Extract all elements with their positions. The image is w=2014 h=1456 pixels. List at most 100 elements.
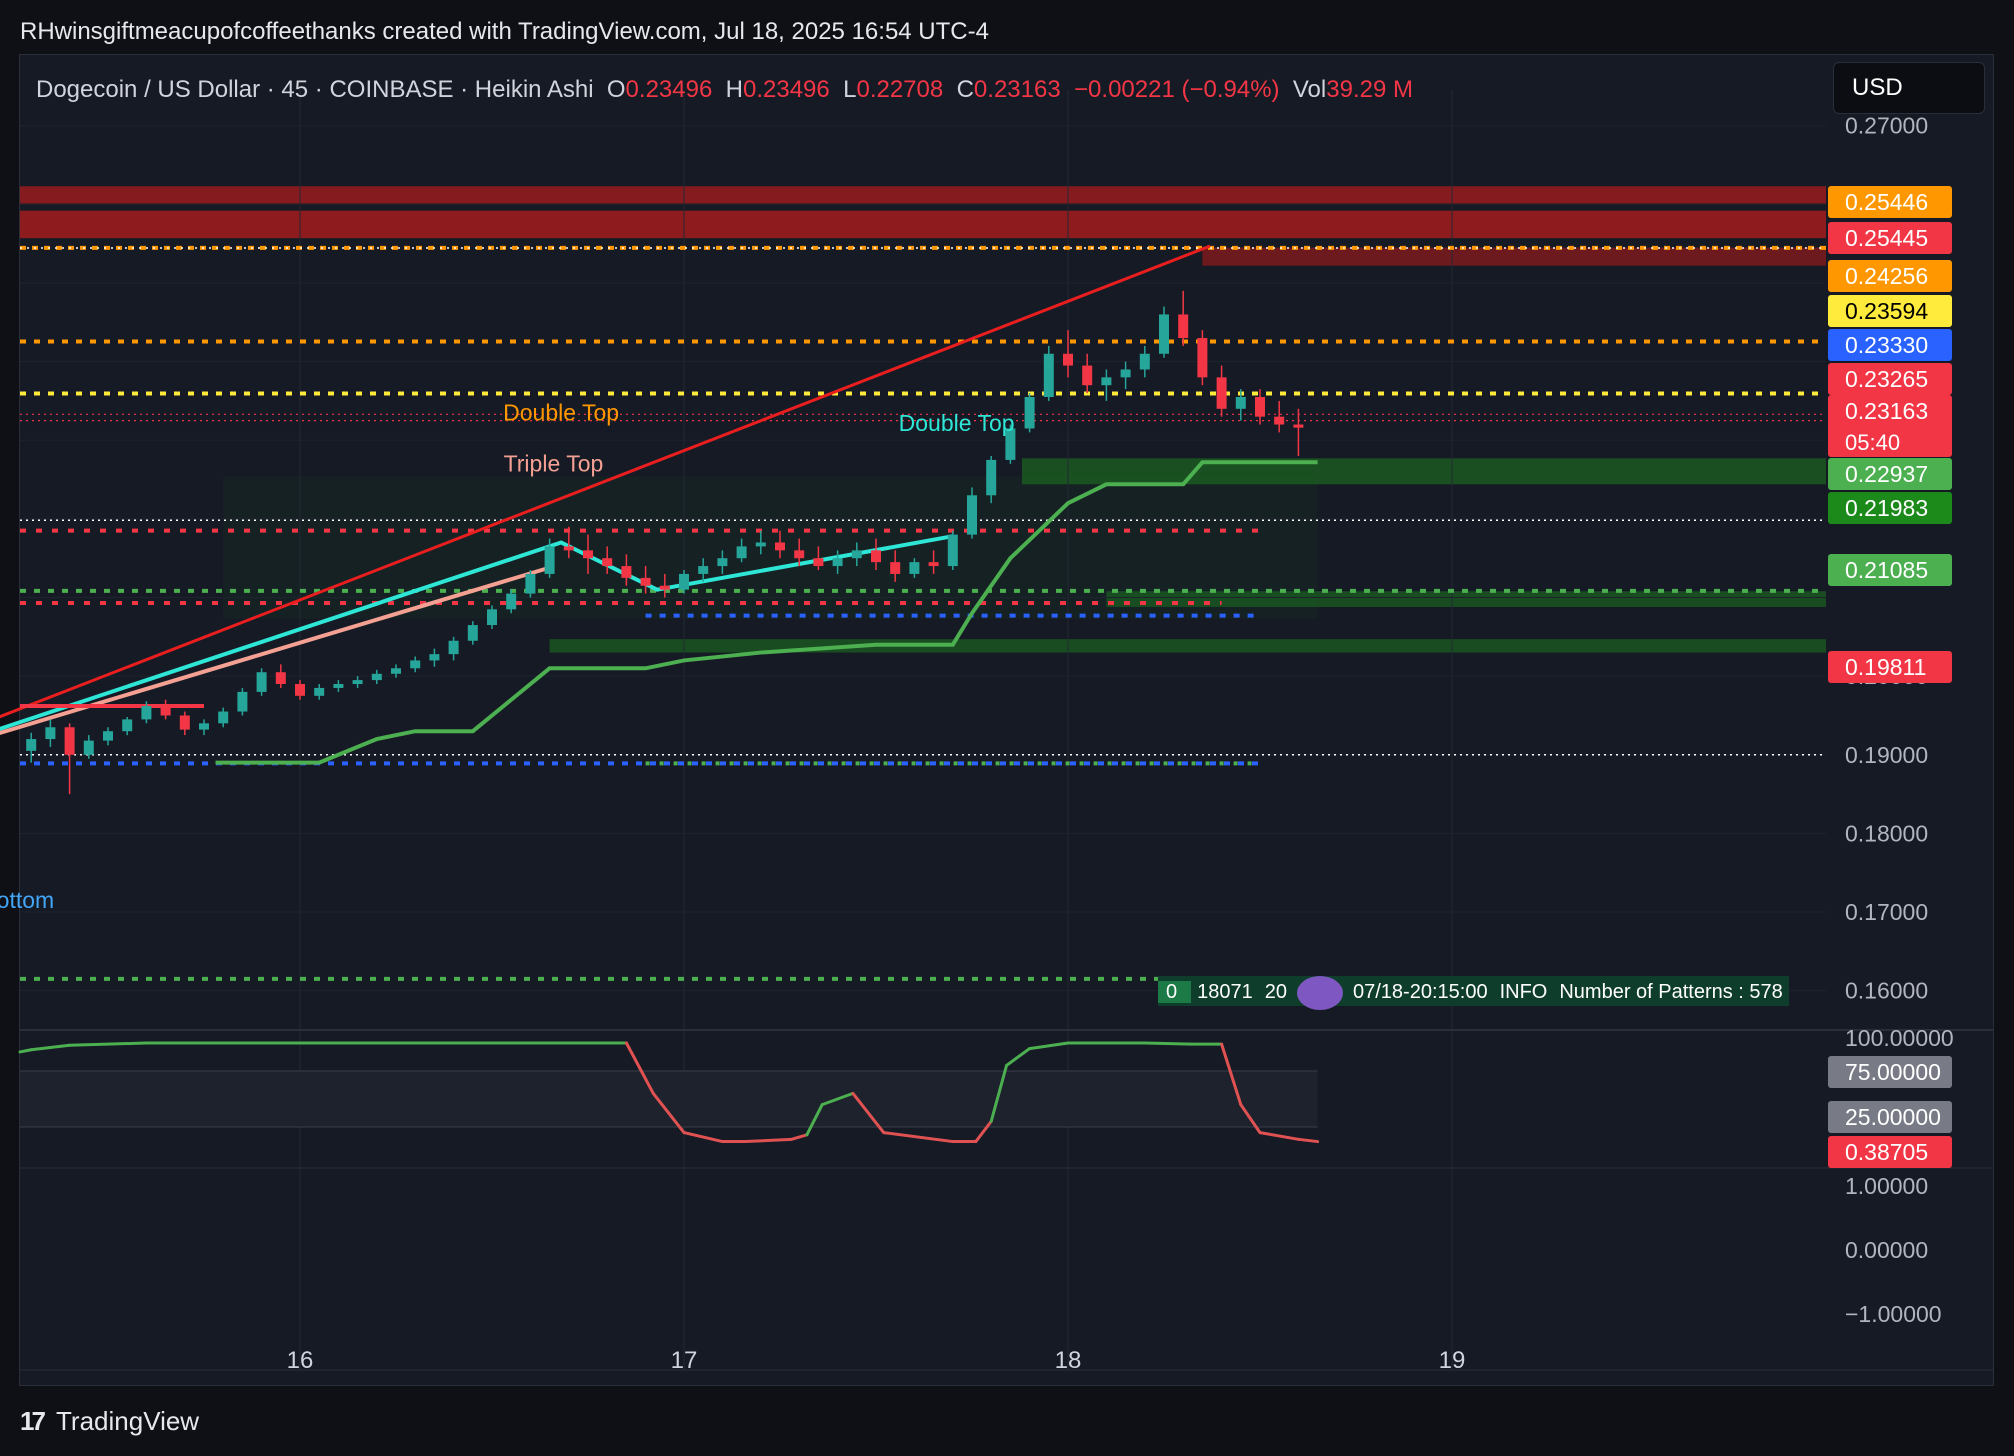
candle-body bbox=[1293, 424, 1304, 428]
candle-body bbox=[794, 550, 805, 559]
oscillator-band bbox=[20, 1071, 1318, 1127]
pattern-label: Triple Top bbox=[504, 451, 604, 477]
pattern-label: Double Top bbox=[503, 400, 619, 426]
price-zone bbox=[1202, 247, 1826, 266]
oscillator-panel: 100.00000 1.00000 0.00000 −1.00000 75.00000 2… bbox=[18, 1025, 1994, 1327]
oscillator-tick-label: 1.00000 bbox=[1845, 1173, 1928, 1199]
grid-layer bbox=[20, 90, 1826, 1370]
candle-body bbox=[890, 562, 901, 574]
candle-body bbox=[26, 739, 37, 751]
candle-body bbox=[928, 562, 939, 567]
candle-body bbox=[179, 715, 190, 730]
price-label-text: 0.21085 bbox=[1845, 557, 1928, 583]
candle-body bbox=[1101, 377, 1112, 386]
close-label: C bbox=[956, 76, 974, 103]
chart-canvas[interactable]: Double Top Triple Top Double Top uble Botto… bbox=[0, 0, 2014, 1456]
candle-body bbox=[487, 609, 497, 626]
high-value: 0.23496 bbox=[743, 76, 830, 103]
candle-body bbox=[1024, 397, 1035, 429]
candle-body bbox=[237, 691, 248, 712]
oscillator-label-text: 0.38705 bbox=[1845, 1139, 1928, 1165]
price-label-text: 0.25445 bbox=[1845, 225, 1928, 251]
tv-logo-icon: 17 bbox=[20, 1406, 46, 1436]
price-label-text: 0.24256 bbox=[1845, 263, 1928, 289]
candle-body bbox=[583, 550, 593, 559]
candle-body bbox=[467, 625, 478, 641]
candle-body bbox=[871, 550, 881, 563]
oscillator-line bbox=[1296, 1137, 1320, 1144]
price-label-text: 0.22937 bbox=[1845, 461, 1928, 487]
candle-body bbox=[352, 680, 363, 685]
candle-body bbox=[832, 558, 843, 567]
candle-body bbox=[544, 546, 555, 574]
info-cell-bar: 18071 bbox=[1197, 981, 1253, 1004]
price-zone bbox=[549, 639, 1826, 653]
candle-body bbox=[851, 550, 862, 559]
change-value: −0.00221 (−0.94%) bbox=[1074, 76, 1280, 103]
volume-label: Vol bbox=[1292, 76, 1327, 103]
candle-body bbox=[103, 731, 113, 741]
time-tick-label: 18 bbox=[1055, 1347, 1082, 1374]
price-label-text: 0.21983 bbox=[1845, 495, 1928, 521]
oscillator-line bbox=[1028, 1041, 1070, 1051]
close-value: 0.23163 bbox=[973, 76, 1061, 103]
candle-body bbox=[333, 684, 344, 688]
oscillator-line bbox=[1258, 1131, 1300, 1141]
oscillator-tick-label: 100.00000 bbox=[1845, 1025, 1954, 1051]
candle-body bbox=[986, 459, 997, 496]
price-label-text: 0.19811 bbox=[1845, 654, 1926, 680]
price-zone bbox=[20, 186, 1826, 204]
price-label-text: 0.23163 bbox=[1845, 398, 1928, 424]
oscillator-tick-label: −1.00000 bbox=[1845, 1301, 1942, 1327]
oscillator-tick-label: 0.00000 bbox=[1845, 1237, 1928, 1263]
price-label-text: 0.23265 bbox=[1845, 366, 1928, 392]
candle-body bbox=[83, 740, 94, 755]
tradingview-logo[interactable]: 17 TradingView bbox=[20, 1406, 199, 1437]
currency-button[interactable]: USD bbox=[1833, 62, 1985, 114]
oscillator-line bbox=[790, 1133, 809, 1141]
candle-body bbox=[717, 558, 728, 567]
candle-body bbox=[295, 684, 305, 696]
oscillator-line bbox=[743, 1137, 794, 1144]
candle-body bbox=[448, 640, 459, 655]
candle-body bbox=[141, 706, 152, 720]
candle-body bbox=[1139, 353, 1150, 370]
symbol-legend[interactable]: Dogecoin / US Dollar · 45 · COINBASE · H… bbox=[36, 76, 1413, 104]
candle-body bbox=[45, 727, 56, 740]
price-zone bbox=[20, 210, 1826, 239]
oscillator-line bbox=[29, 1043, 72, 1052]
candle-body bbox=[1216, 377, 1227, 409]
price-label-text: 0.23594 bbox=[1845, 298, 1928, 324]
candle-body bbox=[736, 546, 747, 559]
price-label-text: 0.23330 bbox=[1845, 332, 1928, 358]
countdown-label: 05:40 bbox=[1845, 430, 1900, 455]
oscillator-line bbox=[1143, 1041, 1193, 1046]
candle-body bbox=[909, 562, 920, 574]
oscillator-line bbox=[18, 1048, 33, 1054]
candle-body bbox=[947, 534, 958, 567]
candle-body bbox=[659, 585, 670, 590]
oscillator-line bbox=[68, 1041, 148, 1047]
candle-body bbox=[1159, 314, 1169, 354]
time-axis: 16 17 18 19 bbox=[20, 1347, 1994, 1374]
candle-body bbox=[256, 672, 267, 692]
price-axis: 0.270000.200000.190000.180000.170000.160… bbox=[1828, 113, 1952, 1004]
candle-body bbox=[1274, 416, 1285, 425]
price-tick-label: 0.18000 bbox=[1845, 820, 1928, 846]
price-label-text: 0.25446 bbox=[1845, 189, 1928, 215]
ai-assistant-icon[interactable] bbox=[1297, 976, 1343, 1010]
candle-body bbox=[775, 542, 785, 551]
candle-body bbox=[1120, 369, 1131, 378]
time-tick-label: 19 bbox=[1439, 1347, 1466, 1374]
symbol-title: Dogecoin / US Dollar · 45 · COINBASE · H… bbox=[36, 76, 594, 103]
candle-body bbox=[563, 546, 574, 551]
candle-body bbox=[275, 672, 286, 685]
candle-body bbox=[391, 668, 401, 674]
candle-body bbox=[621, 566, 632, 578]
candle-body bbox=[64, 727, 75, 755]
price-tick-label: 0.16000 bbox=[1845, 978, 1928, 1004]
candle-body bbox=[122, 719, 133, 732]
candle-body bbox=[1255, 397, 1265, 417]
info-cell-patterns: Number of Patterns : 578 bbox=[1559, 981, 1783, 1004]
pattern-info-bar: 0 18071 20 07/18-20:15:00 INFO Number of Patt… bbox=[1158, 976, 1789, 1010]
